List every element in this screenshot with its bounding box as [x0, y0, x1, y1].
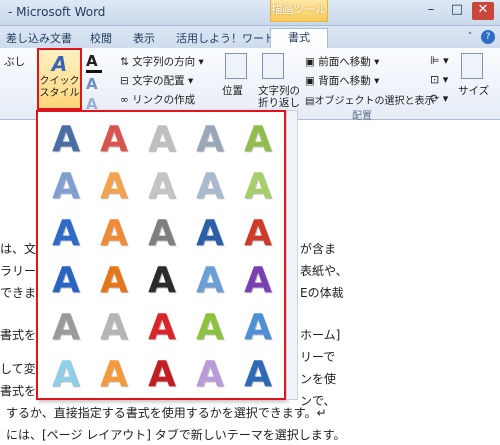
wordart-style-r6c2[interactable]: A	[94, 353, 134, 397]
wrap-text-icon	[262, 53, 284, 79]
doc-right-line-7: ンで、	[300, 394, 336, 408]
wordart-style-r1c2[interactable]: A	[94, 118, 134, 162]
size-icon	[461, 53, 483, 79]
text-fill-icon[interactable]: A	[86, 52, 98, 70]
align-icon[interactable]: ⊫ ▾	[430, 54, 449, 67]
rotate-icon[interactable]: ⟳ ▾	[430, 92, 448, 105]
wordart-style-r5c4[interactable]: A	[190, 306, 230, 350]
text-outline-icon[interactable]: A	[86, 75, 98, 93]
bring-forward-button[interactable]: ▣ 前面へ移動 ▾	[305, 54, 379, 69]
quick-style-label-line1: クイック	[39, 76, 80, 87]
doc-line-7: するか、直接指定する書式を使用するかを選択できます。↵	[6, 406, 327, 420]
tab-review[interactable]: 校閲	[90, 30, 112, 46]
quick-style-button[interactable]: A クイック スタイル	[37, 48, 82, 110]
wordart-style-r5c3[interactable]: A	[142, 306, 182, 350]
doc-right-line-4: ホーム]	[300, 328, 341, 342]
position-icon	[225, 53, 247, 79]
doc-right-line-1: が含ま	[300, 242, 337, 256]
close-button[interactable]: ✕	[472, 2, 494, 20]
gallery-scrollbar[interactable]	[286, 110, 298, 400]
wordart-style-r4c5[interactable]: A	[238, 259, 278, 303]
wordart-style-r3c5[interactable]: A	[238, 212, 278, 256]
window-title: - Microsoft Word	[8, 5, 106, 19]
wordart-style-r1c4[interactable]: A	[190, 118, 230, 162]
wordart-style-r2c3[interactable]: A	[142, 165, 182, 209]
doc-right-line-6: ンを使	[300, 372, 337, 386]
wordart-style-r3c4[interactable]: A	[190, 212, 230, 256]
text-direction-button[interactable]: ⇅ 文字列の方向 ▾	[120, 54, 204, 69]
wordart-style-r4c4[interactable]: A	[190, 259, 230, 303]
collapse-ribbon-icon[interactable]: ˄	[463, 30, 477, 44]
wordart-style-r3c2[interactable]: A	[94, 212, 134, 256]
wordart-style-r2c2[interactable]: A	[94, 165, 134, 209]
ribbon-cut-text: ぶし	[4, 56, 25, 68]
maximize-button[interactable]: □	[446, 2, 468, 20]
position-button-label[interactable]: 位置	[222, 83, 243, 98]
doc-right-line-3: Eの体裁	[300, 286, 344, 300]
wordart-style-r4c1[interactable]: A	[46, 259, 86, 303]
wordart-style-r2c4[interactable]: A	[190, 165, 230, 209]
tab-view[interactable]: 表示	[133, 30, 155, 46]
wordart-style-r6c3[interactable]: A	[142, 353, 182, 397]
wordart-style-r3c3[interactable]: A	[142, 212, 182, 256]
wordart-style-r1c3[interactable]: A	[142, 118, 182, 162]
wordart-style-r4c3[interactable]: A	[142, 259, 182, 303]
wordart-style-r1c1[interactable]: A	[46, 118, 86, 162]
quick-style-label-line2: スタイル	[39, 88, 80, 99]
wordart-style-r6c5[interactable]: A	[238, 353, 278, 397]
tab-learn-word[interactable]: 活用しよう！ワード	[176, 30, 275, 46]
wordart-style-r6c1[interactable]: A	[46, 353, 86, 397]
tab-mailings[interactable]: 差し込み文書	[6, 30, 72, 46]
wordart-style-r6c4[interactable]: A	[190, 353, 230, 397]
wordart-style-r5c5[interactable]: A	[238, 306, 278, 350]
wordart-style-r5c2[interactable]: A	[94, 306, 134, 350]
text-fill-color-bar	[86, 70, 102, 73]
wordart-style-r4c2[interactable]: A	[94, 259, 134, 303]
doc-right-line-5: リーで	[300, 350, 336, 364]
group-icon[interactable]: ⊡ ▾	[430, 73, 448, 86]
wrap-text-label-line2[interactable]: 折り返し	[258, 95, 300, 110]
send-backward-button[interactable]: ▣ 背面へ移動 ▾	[305, 73, 379, 88]
drawing-tools-context-label: 描画ツール	[270, 0, 328, 22]
wordart-style-r5c1[interactable]: A	[46, 306, 86, 350]
wordart-style-r2c1[interactable]: A	[46, 165, 86, 209]
size-button-label[interactable]: サイズ	[458, 83, 489, 98]
minimize-button[interactable]: –	[420, 2, 442, 20]
quick-style-icon: A	[51, 52, 68, 76]
wordart-style-r1c5[interactable]: A	[238, 118, 278, 162]
quick-style-gallery: AAAAAAAAAAAAAAAAAAAAAAAAAAAAAA	[36, 110, 286, 400]
wordart-style-r3c1[interactable]: A	[46, 212, 86, 256]
align-text-button[interactable]: ⊟ 文字の配置 ▾	[120, 73, 193, 88]
doc-line-8: には、[ページ レイアウト] タブで新しいテーマを選択します。	[6, 428, 346, 442]
wordart-style-r2c5[interactable]: A	[238, 165, 278, 209]
doc-right-line-2: 表紙や、	[300, 264, 348, 278]
create-link-button[interactable]: ∞ リンクの作成	[120, 92, 195, 107]
selection-pane-button[interactable]: ▤オブジェクトの選択と表示	[305, 92, 434, 107]
help-icon[interactable]: ?	[481, 30, 495, 44]
tab-format[interactable]: 書式	[270, 28, 328, 48]
